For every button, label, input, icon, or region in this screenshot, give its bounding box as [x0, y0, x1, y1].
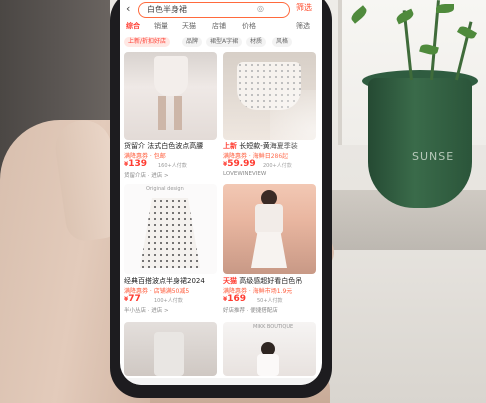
shop-name[interactable]: 好店推荐 · 便捷搭配店: [223, 306, 278, 314]
tab-price[interactable]: 价格: [242, 21, 256, 31]
product-image: [223, 52, 316, 140]
sales-count: 100+人付款: [154, 298, 183, 304]
sales-count: 160+人付款: [158, 163, 187, 169]
filter-button[interactable]: 筛选: [296, 2, 312, 13]
product-card[interactable]: MIKK BOUTIQUE: [223, 322, 318, 378]
product-title: 天猫 高级感超好看白色吊: [223, 277, 303, 285]
tab-comprehensive[interactable]: 综合: [126, 21, 140, 31]
shop-name[interactable]: LOVEWINEVIEW: [223, 171, 266, 177]
shop-name[interactable]: 货留介店 · 进店 >: [124, 171, 169, 179]
tmall-tag: 天猫: [223, 277, 237, 285]
product-image: Original design: [124, 184, 217, 274]
product-image: [124, 52, 217, 140]
search-query: 白色半身裙: [147, 5, 187, 14]
product-card[interactable]: Original design 经典百搭波点半身裙2024 满降惠券 · 店铺满…: [124, 184, 219, 318]
product-price: ¥169: [223, 294, 246, 304]
chip-material[interactable]: 材质: [246, 37, 267, 47]
image-caption: MIKK BOUTIQUE: [253, 324, 294, 330]
search-bar: ‹ 白色半身裙 ◎ 筛选: [120, 0, 322, 18]
product-card[interactable]: 上新 长短款-黄海夏季装 满降惠券 · 海鲜日286起 ¥59.99 200+人…: [223, 52, 318, 180]
tab-filter[interactable]: 筛选: [296, 21, 310, 31]
phone-screen: ‹ 白色半身裙 ◎ 筛选 综合 销量 天猫 店铺 价格 筛选 上新/折扣好店 品…: [120, 0, 322, 385]
tab-store[interactable]: 店铺: [212, 21, 226, 31]
product-title: 经典百搭波点半身裙2024: [124, 277, 205, 285]
search-input[interactable]: 白色半身裙 ◎: [138, 2, 290, 18]
product-image: [223, 184, 316, 274]
plant-pot: [368, 78, 472, 208]
tab-tmall[interactable]: 天猫: [182, 21, 196, 31]
chip-style[interactable]: 风格: [272, 37, 293, 47]
product-title: 上新 长短款-黄海夏季装: [223, 142, 298, 150]
product-title: 货留介 法式白色波点高腰: [124, 142, 204, 150]
sales-count: 50+人付款: [257, 298, 283, 304]
product-image: [124, 322, 217, 376]
product-price: ¥59.99: [223, 159, 256, 169]
shop-name[interactable]: 半小丛店 · 进店 >: [124, 306, 169, 314]
product-card[interactable]: 天猫 高级感超好看白色吊 满降惠券 · 海鲜市场1.9元 ¥169 50+人付款…: [223, 184, 318, 318]
chip-promo[interactable]: 上新/折扣好店: [124, 37, 171, 47]
product-card[interactable]: [124, 322, 219, 378]
camera-icon[interactable]: ◎: [257, 4, 264, 13]
tab-sales[interactable]: 销量: [154, 21, 168, 31]
plant-leaf: [436, 4, 454, 13]
home-indicator-area: [120, 378, 322, 385]
pot-label: SUNSE: [412, 150, 455, 163]
chip-skirt-type[interactable]: 裙型A字裙: [206, 37, 243, 47]
product-image: MIKK BOUTIQUE: [223, 322, 316, 376]
product-price: ¥77: [124, 294, 141, 304]
filter-chips: 上新/折扣好店 品牌 裙型A字裙 材质 风格: [120, 35, 322, 49]
new-tag: 上新: [223, 142, 237, 150]
product-card[interactable]: 货留介 法式白色波点高腰 满降惠券 · 包邮 ¥139 160+人付款 货留介店…: [124, 52, 219, 180]
sales-count: 200+人付款: [263, 163, 292, 169]
back-arrow-icon[interactable]: ‹: [126, 2, 130, 15]
sort-tabs: 综合 销量 天猫 店铺 价格 筛选: [120, 18, 322, 34]
product-price: ¥139: [124, 159, 147, 169]
image-caption: Original design: [146, 186, 184, 192]
chip-brand[interactable]: 品牌: [182, 37, 203, 47]
